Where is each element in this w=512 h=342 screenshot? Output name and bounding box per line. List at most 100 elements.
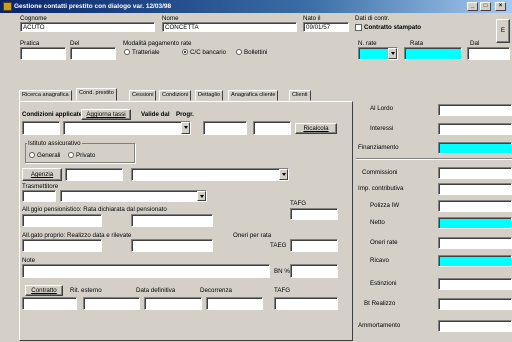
al-lordo-field[interactable]	[438, 104, 512, 116]
finanziamento-field[interactable]	[438, 142, 512, 154]
tab-panel: Condizioni applicate Aggiorna tassi Vali…	[19, 101, 353, 341]
tratteriale-label: Tratteriale	[132, 49, 160, 56]
commissioni-field[interactable]	[438, 167, 512, 179]
cc-bancario-radio[interactable]	[182, 49, 188, 55]
del-field[interactable]	[70, 47, 116, 60]
tafg-field[interactable]	[290, 208, 338, 220]
rata-field[interactable]	[404, 47, 462, 60]
condizioni-code-field[interactable]	[22, 121, 60, 135]
estinzioni-field[interactable]	[438, 278, 512, 290]
title-bar: Gestione contatti prestito con dialogo v…	[0, 0, 512, 13]
al-lordo-label: Al Lordo	[370, 105, 394, 112]
chevron-down-icon[interactable]	[181, 122, 190, 134]
contratto-stampato-label: Contratto stampato	[364, 24, 422, 31]
right-summary-panel: Al Lordo Interessi Finanziamento Commiss…	[356, 101, 512, 341]
bollettini-label: Bollettini	[244, 49, 268, 56]
maximize-button[interactable]: □	[480, 2, 491, 11]
minimize-button[interactable]: _	[467, 2, 478, 11]
chevron-down-icon[interactable]	[197, 191, 206, 201]
estinzioni-label: Estinzioni	[370, 280, 397, 287]
condizioni-label: Condizioni applicate	[22, 111, 83, 118]
taeg-label: TAEG	[270, 242, 287, 249]
ammortamento-field[interactable]	[438, 320, 512, 332]
istituto-label: Istituto assicurativo	[27, 140, 82, 147]
decorrenza-field[interactable]	[206, 297, 263, 310]
side-button[interactable]: E	[496, 19, 510, 43]
chevron-down-icon[interactable]	[279, 169, 288, 180]
nato-il-field[interactable]: 09/01/57	[303, 22, 349, 32]
bt-realizzo-label: Bt Realizzo	[364, 300, 396, 307]
note-field[interactable]	[22, 264, 270, 278]
rata-dichiarata-field[interactable]	[22, 214, 102, 227]
n-rate-label: N. rate	[358, 40, 377, 47]
oneri-rate-field[interactable]	[438, 237, 512, 249]
rilevate-field[interactable]	[131, 239, 213, 252]
ricavo-label: Ricavo	[370, 257, 389, 264]
nato-il-label: Nato il	[303, 15, 321, 22]
progr-field[interactable]	[253, 121, 291, 135]
tab-condizioni[interactable]: Condizioni	[159, 90, 192, 101]
generali-radio[interactable]	[29, 152, 35, 158]
polizza-iw-field[interactable]	[438, 200, 512, 212]
contratto-button[interactable]: Contratto	[25, 285, 63, 296]
aggiorna-tassi-button[interactable]: Aggiorna tassi	[81, 109, 131, 120]
progr-label: Progr.	[176, 111, 194, 118]
valide-dal-field[interactable]	[203, 121, 247, 135]
trasmettitore-select[interactable]	[60, 190, 207, 202]
interessi-field[interactable]	[438, 123, 512, 135]
cc-bancario-label: C/C bancario	[190, 49, 227, 56]
imp-contributiva-label: Imp. contributiva	[358, 185, 404, 192]
note-label: Note	[22, 257, 36, 264]
chevron-down-icon[interactable]	[388, 48, 397, 59]
pratica-field[interactable]	[20, 47, 66, 60]
ricalcola-button[interactable]: Ricalcola	[295, 123, 337, 134]
nome-field[interactable]: CONCETTA	[162, 22, 297, 32]
cognome-field[interactable]: ACUTO	[20, 22, 155, 32]
tafg2-field[interactable]	[274, 297, 338, 310]
agenzia-button[interactable]: Agenzia	[22, 168, 62, 181]
bn-label: BN %	[274, 268, 290, 275]
agenzia-select[interactable]	[131, 168, 289, 181]
dal-label: Dal	[470, 40, 480, 47]
tab-clienti[interactable]: Clienti	[289, 90, 311, 101]
oneri-label: Oneri per rata	[233, 232, 272, 239]
bt-realizzo-field[interactable]	[438, 298, 512, 310]
trasmettitore-code-field[interactable]	[22, 190, 56, 202]
app-icon	[3, 2, 12, 11]
dal-field[interactable]	[467, 47, 510, 60]
contratto-stampato-checkbox[interactable]	[355, 24, 362, 31]
tab-ricerca-anagrafica[interactable]: Ricerca anagrafica	[19, 90, 72, 101]
privato-label: Privato	[76, 152, 96, 159]
tab-cessioni[interactable]: Cessioni	[129, 90, 157, 101]
pratica-label: Pratica	[20, 40, 40, 47]
pensionato-field[interactable]	[131, 214, 213, 227]
del-label: Del	[70, 40, 80, 47]
rit-esterno-label: Rit. esterno	[70, 287, 102, 294]
rit-esterno-field[interactable]	[83, 297, 140, 310]
ammortamento-label: Ammortamento	[358, 322, 401, 329]
tab-dettaglio[interactable]: Dettaglio	[195, 90, 224, 101]
application-window: Gestione contatti prestito con dialogo v…	[0, 0, 512, 342]
imp-contributiva-field[interactable]	[438, 183, 512, 195]
bn-field[interactable]	[290, 264, 338, 278]
finanziamento-label: Finanziamento	[358, 144, 399, 151]
close-button[interactable]: ×	[495, 2, 506, 11]
decorrenza-label: Decorrenza	[200, 287, 232, 294]
condizioni-select[interactable]	[63, 121, 191, 135]
ricavo-field[interactable]	[438, 255, 512, 267]
taeg-field[interactable]	[290, 239, 338, 252]
tab-cond-prestito[interactable]: Cond. prestito	[76, 88, 117, 101]
oneri-rate-label: Oneri rate	[370, 239, 398, 246]
window-title: Gestione contatti prestito con dialogo v…	[14, 3, 172, 10]
bollettini-radio[interactable]	[236, 49, 242, 55]
netto-field[interactable]	[438, 217, 512, 229]
tratteriale-radio[interactable]	[124, 49, 130, 55]
agenzia-code-field[interactable]	[65, 168, 123, 181]
modalita-label: Modalità pagamento rate	[123, 40, 192, 47]
n-rate-select[interactable]	[358, 47, 398, 60]
data-definitiva-field[interactable]	[144, 297, 202, 310]
tab-anagrafica-cliente[interactable]: Anagrafica cliente	[228, 90, 279, 101]
privato-radio[interactable]	[68, 152, 74, 158]
contratto-field[interactable]	[22, 297, 77, 310]
realizzo-field[interactable]	[22, 239, 102, 252]
